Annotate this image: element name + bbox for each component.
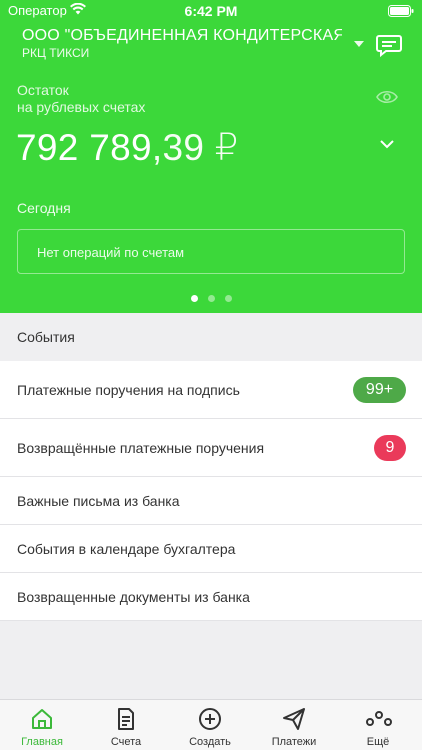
no-operations-text: Нет операций по счетам xyxy=(37,245,185,260)
count-badge: 99+ xyxy=(353,376,406,403)
tab-label: Платежи xyxy=(271,736,317,748)
events-title: События xyxy=(17,329,75,345)
tab-payments[interactable]: Платежи xyxy=(252,700,336,750)
tab-label: Счета xyxy=(110,736,142,748)
tab-bar: Главная Счета Создать Платежи Ещё xyxy=(0,699,422,750)
tab-create[interactable]: Создать xyxy=(168,700,252,750)
event-item-important-letters[interactable]: Важные письма из банка xyxy=(0,477,422,525)
chevron-down-icon[interactable] xyxy=(380,140,394,149)
tab-more[interactable]: Ещё xyxy=(336,700,420,750)
event-item-label: Возвращенные документы из банка xyxy=(17,588,250,605)
balance-label: Остаток на рублевых счетах xyxy=(17,82,145,116)
chat-icon[interactable] xyxy=(376,34,402,58)
event-item-calendar-events[interactable]: События в календаре бухгалтера xyxy=(0,525,422,573)
page-indicator[interactable] xyxy=(0,289,422,307)
today-label: Сегодня xyxy=(17,200,71,216)
paper-plane-icon xyxy=(283,708,305,730)
event-item-payment-orders-to-sign[interactable]: Платежные поручения на подпись 99+ xyxy=(0,361,422,419)
plus-circle-icon xyxy=(199,708,221,730)
balance-hero: Оператор 6:42 PM ООО "ОБЪЕДИНЕННАЯ КОНДИ… xyxy=(0,0,422,313)
page-dot[interactable] xyxy=(224,295,232,302)
balance-label-line2: на рублевых счетах xyxy=(17,99,146,115)
status-bar: Оператор 6:42 PM xyxy=(0,0,422,22)
event-item-returned-documents[interactable]: Возвращенные документы из банка xyxy=(0,573,422,621)
events-section-header: События xyxy=(0,313,422,361)
page-dot[interactable] xyxy=(190,295,198,302)
event-item-label: Возвращённые платежные поручения xyxy=(17,439,265,456)
event-item-label: Платежные поручения на подпись xyxy=(17,381,240,398)
eye-icon[interactable] xyxy=(376,90,398,104)
document-icon xyxy=(118,708,134,730)
tab-label: Ещё xyxy=(366,736,390,748)
clock: 6:42 PM xyxy=(184,3,238,19)
events-list: Платежные поручения на подпись 99+ Возвр… xyxy=(0,361,422,621)
tab-home[interactable]: Главная xyxy=(0,700,84,750)
balance-amount-main: 792 789 xyxy=(16,127,152,168)
organization-name[interactable]: ООО "ОБЪЕДИНЕННАЯ КОНДИТЕРСКАЯ СЕ xyxy=(22,27,342,45)
more-dots-icon xyxy=(366,711,392,726)
balance-amount: 792 789,39 ₽ xyxy=(16,126,239,169)
tab-label: Создать xyxy=(189,736,231,748)
event-item-returned-payment-orders[interactable]: Возвращённые платежные поручения 9 xyxy=(0,419,422,477)
balance-label-line1: Остаток xyxy=(17,82,69,98)
event-item-label: События в календаре бухгалтера xyxy=(17,540,236,557)
count-badge: 9 xyxy=(374,434,406,461)
caret-down-icon[interactable] xyxy=(354,41,364,47)
battery-icon xyxy=(388,5,414,17)
home-icon xyxy=(32,709,52,729)
page-dot[interactable] xyxy=(207,295,215,302)
event-item-label: Важные письма из банка xyxy=(17,492,180,509)
tab-label: Главная xyxy=(21,736,63,748)
balance-amount-cents: ,39 ₽ xyxy=(151,127,239,168)
tab-accounts[interactable]: Счета xyxy=(84,700,168,750)
branch-name: РКЦ ТИКСИ xyxy=(22,46,90,60)
operations-box: Нет операций по счетам xyxy=(17,229,405,274)
